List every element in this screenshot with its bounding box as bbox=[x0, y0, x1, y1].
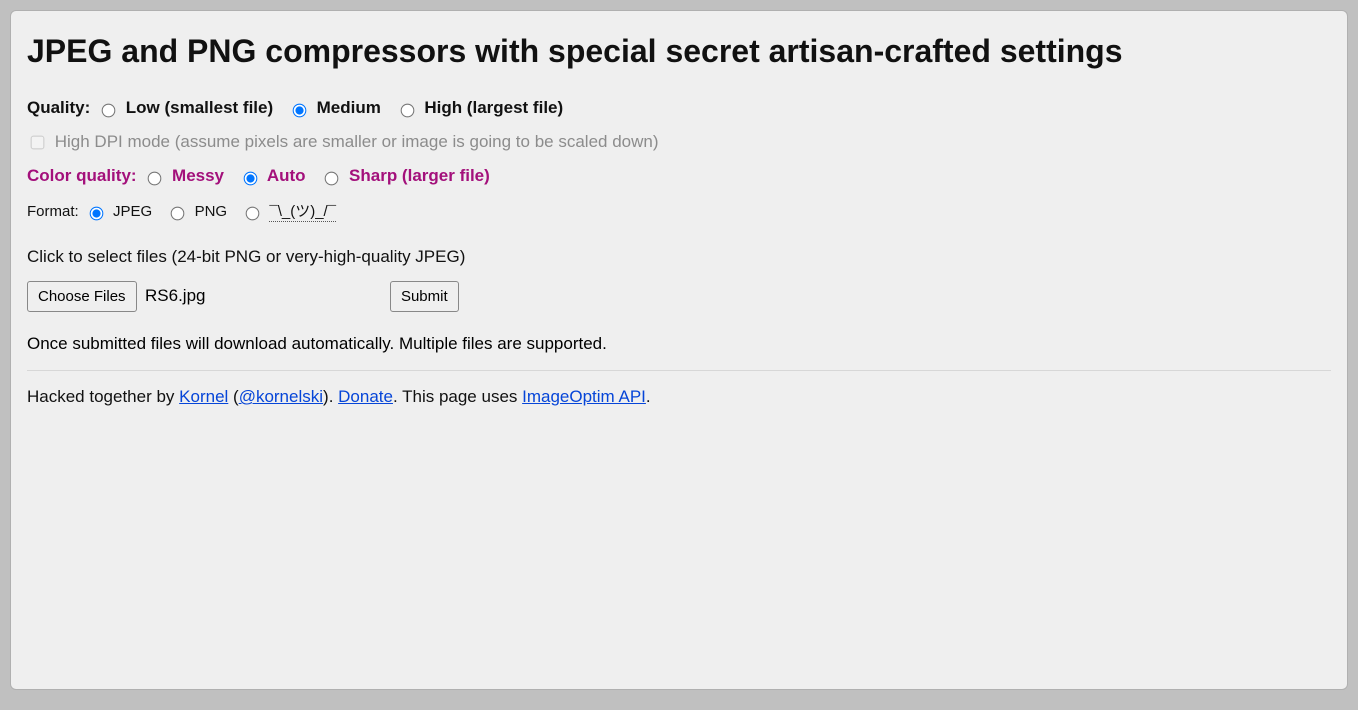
hidpi-row: High DPI mode (assume pixels are smaller… bbox=[27, 132, 1331, 152]
donate-link[interactable]: Donate bbox=[338, 387, 393, 406]
footer-paren-close: ). bbox=[323, 387, 338, 406]
hidpi-checkbox[interactable] bbox=[31, 136, 45, 150]
format-png-radio[interactable] bbox=[171, 207, 185, 221]
file-row: Choose Files RS6.jpg Submit bbox=[27, 281, 1331, 312]
color-messy-option[interactable]: Messy bbox=[143, 166, 228, 185]
page-frame: JPEG and PNG compressors with special se… bbox=[10, 10, 1348, 690]
quality-high-radio[interactable] bbox=[400, 103, 414, 117]
format-png-option[interactable]: PNG bbox=[166, 203, 231, 220]
format-row: Format: JPEG PNG ¯\_(ツ)_/¯ bbox=[27, 200, 1331, 221]
after-note: Once submitted files will download autom… bbox=[27, 334, 1331, 354]
quality-low-radio[interactable] bbox=[102, 103, 116, 117]
color-messy-label: Messy bbox=[172, 166, 224, 185]
format-shrug-radio[interactable] bbox=[246, 207, 260, 221]
format-shrug-label: ¯\_(ツ)_/¯ bbox=[269, 203, 336, 222]
choose-files-button[interactable]: Choose Files bbox=[27, 281, 137, 312]
quality-low-label: Low (smallest file) bbox=[126, 98, 273, 117]
color-auto-radio[interactable] bbox=[243, 171, 257, 185]
format-shrug-option[interactable]: ¯\_(ツ)_/¯ bbox=[241, 203, 336, 220]
quality-high-label: High (largest file) bbox=[424, 98, 563, 117]
color-sharp-option[interactable]: Sharp (larger file) bbox=[320, 166, 490, 185]
color-messy-radio[interactable] bbox=[148, 171, 162, 185]
handle-link[interactable]: @kornelski bbox=[239, 387, 323, 406]
color-quality-label: Color quality: bbox=[27, 166, 137, 185]
color-sharp-label: Sharp (larger file) bbox=[349, 166, 490, 185]
quality-high-option[interactable]: High (largest file) bbox=[396, 98, 564, 117]
selected-file-name: RS6.jpg bbox=[145, 286, 205, 305]
separator bbox=[27, 370, 1331, 371]
quality-row: Quality: Low (smallest file) Medium High… bbox=[27, 98, 1331, 118]
color-sharp-radio[interactable] bbox=[325, 171, 339, 185]
footer: Hacked together by Kornel (@kornelski). … bbox=[27, 387, 1331, 407]
quality-medium-label: Medium bbox=[317, 98, 381, 117]
quality-label: Quality: bbox=[27, 98, 90, 117]
quality-low-option[interactable]: Low (smallest file) bbox=[97, 98, 278, 117]
quality-medium-radio[interactable] bbox=[293, 103, 307, 117]
footer-post-donate: . This page uses bbox=[393, 387, 522, 406]
color-auto-label: Auto bbox=[267, 166, 306, 185]
format-jpeg-option[interactable]: JPEG bbox=[85, 203, 157, 220]
file-instructions: Click to select files (24-bit PNG or ver… bbox=[27, 247, 1331, 267]
format-jpeg-label: JPEG bbox=[113, 203, 152, 220]
footer-paren-open: ( bbox=[228, 387, 238, 406]
api-link[interactable]: ImageOptim API bbox=[522, 387, 646, 406]
submit-button[interactable]: Submit bbox=[390, 281, 459, 312]
hidpi-option[interactable]: High DPI mode (assume pixels are smaller… bbox=[27, 132, 659, 151]
footer-pre: Hacked together by bbox=[27, 387, 179, 406]
page-title: JPEG and PNG compressors with special se… bbox=[27, 33, 1331, 70]
format-label: Format: bbox=[27, 203, 79, 220]
format-jpeg-radio[interactable] bbox=[90, 207, 104, 221]
quality-medium-option[interactable]: Medium bbox=[288, 98, 386, 117]
author-link[interactable]: Kornel bbox=[179, 387, 228, 406]
color-quality-row: Color quality: Messy Auto Sharp (larger … bbox=[27, 166, 1331, 186]
format-png-label: PNG bbox=[195, 203, 228, 220]
hidpi-label: High DPI mode (assume pixels are smaller… bbox=[55, 132, 659, 151]
footer-end: . bbox=[646, 387, 651, 406]
color-auto-option[interactable]: Auto bbox=[239, 166, 311, 185]
